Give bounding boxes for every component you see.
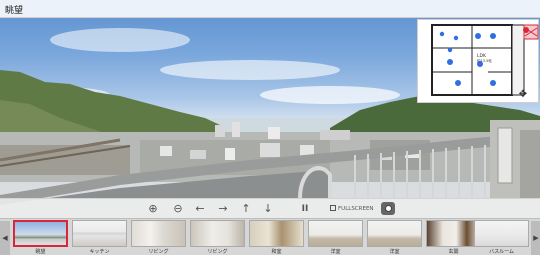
pause-icon[interactable]: II [298,201,312,217]
thumbnail-image [249,220,304,247]
thumbnail-image [367,220,422,247]
thumbnail-item[interactable]: 洋室 [367,220,422,255]
pan-down-icon[interactable]: ↓ [262,201,274,217]
pan-up-icon[interactable]: ↑ [240,201,252,217]
thumbnail-label: リビング [148,249,169,255]
control-bar: ⊕ ⊖ ← → ↑ ↓ II FULLSCREEN [0,198,540,218]
thumbnail-item[interactable]: キッチン [72,220,127,255]
compass-icon: ✥ [518,89,528,100]
thumbnail-image [308,220,363,247]
panorama-viewer: 眺望 LDK 約13.5帖 ✥ ⊕ ⊖ ← → ↑ ↓ II FULLSCREE… [0,0,540,255]
pan-left-icon[interactable]: ← [193,201,207,217]
thumbnail-label: キッチン [89,249,110,255]
zoom-out-icon[interactable]: ⊖ [171,201,185,217]
thumbnail-item[interactable]: 和室 [249,220,304,255]
thumbnail-strip: ◀ 眺望 キッチン リビング リビング 和室 洋室 洋室 玄関 バスルーム ▶ [0,218,540,255]
thumbnail-item[interactable]: リビング [131,220,186,255]
ldk-label: LDK 約13.5帖 [477,54,492,64]
thumbnail-image [426,220,481,247]
thumbnail-image [131,220,186,247]
thumbnail-item[interactable]: 玄関 [426,220,481,255]
thumbnail-image [72,220,127,247]
fullscreen-label: FULLSCREEN [338,206,374,212]
thumbnail-label: 玄関 [448,249,459,255]
title-bar: 眺望 [0,0,540,18]
pan-right-icon[interactable]: → [216,201,230,217]
next-arrow-icon[interactable]: ▶ [531,221,540,255]
room-size: 約13.5帖 [477,59,492,63]
page-title: 眺望 [5,6,24,16]
thumbnail-item[interactable]: バスルーム [474,220,529,255]
thumbnail-label: リビング [207,249,228,255]
thumbnail-label: バスルーム [489,249,514,255]
zoom-in-icon[interactable]: ⊕ [146,201,160,217]
fullscreen-button[interactable]: FULLSCREEN [330,201,374,217]
thumbnail-item[interactable]: 眺望 [13,220,68,255]
prev-arrow-icon[interactable]: ◀ [0,221,10,255]
floor-plan-minimap[interactable]: LDK 約13.5帖 ✥ [417,19,539,103]
thumbnail-image [474,220,529,247]
thumbnail-item[interactable]: 洋室 [308,220,363,255]
thumbnail-image [190,220,245,247]
thumbnail-label: 洋室 [330,249,341,255]
fullscreen-icon [330,205,336,211]
thumbnail-item[interactable]: リビング [190,220,245,255]
thumbnail-image [13,220,68,247]
thumbnail-list: 眺望 キッチン リビング リビング 和室 洋室 洋室 玄関 バスルーム [13,220,529,255]
thumbnail-label: 和室 [271,249,282,255]
camera-icon[interactable] [381,202,395,215]
thumbnail-label: 洋室 [389,249,400,255]
thumbnail-label: 眺望 [35,249,46,255]
